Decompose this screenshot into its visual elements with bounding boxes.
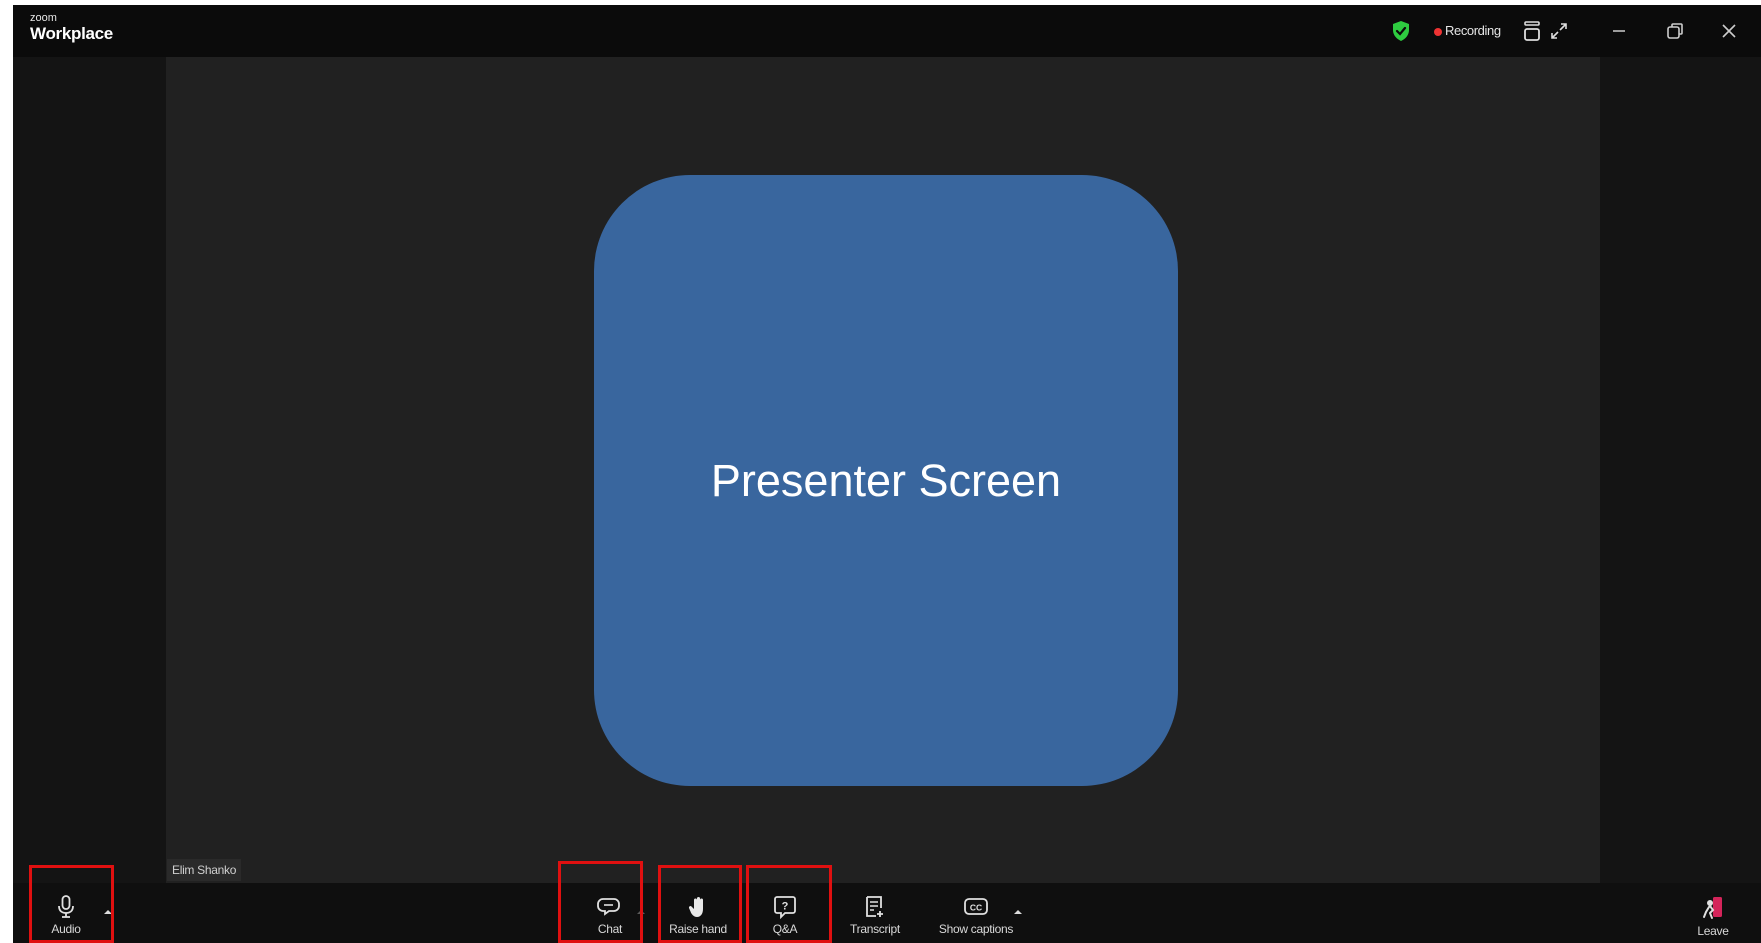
video-stage: Presenter Screen xyxy=(166,57,1600,883)
app-brand: zoom Workplace xyxy=(30,13,113,44)
raise-hand-highlight-box xyxy=(658,865,742,943)
minimize-icon[interactable] xyxy=(1607,19,1631,43)
recording-dot-icon xyxy=(1434,28,1442,36)
view-layout-icon[interactable] xyxy=(1520,19,1544,43)
fullscreen-icon[interactable] xyxy=(1547,19,1571,43)
show-captions-button[interactable]: CC Show captions xyxy=(931,883,1021,943)
leave-door-icon xyxy=(1703,897,1722,919)
meeting-toolbar: Audio Chat Raise hand ? Q&A Transcript C… xyxy=(13,883,1761,943)
transcript-icon xyxy=(866,896,883,917)
transcript-button[interactable]: Transcript xyxy=(843,883,907,943)
presenter-screen-tile: Presenter Screen xyxy=(594,175,1178,786)
close-icon[interactable] xyxy=(1717,19,1741,43)
closed-captions-icon: CC xyxy=(964,898,988,915)
leave-button[interactable]: Leave xyxy=(1693,883,1733,943)
captions-options-chevron-up-icon[interactable] xyxy=(1013,908,1023,916)
svg-text:CC: CC xyxy=(970,903,982,913)
audio-highlight-box xyxy=(29,865,114,943)
participant-name-tag: Elim Shanko xyxy=(167,859,242,881)
leave-label: Leave xyxy=(1697,924,1729,938)
qa-highlight-box xyxy=(746,865,832,943)
brand-small-text: zoom xyxy=(30,12,57,24)
title-bar: zoom Workplace Recording xyxy=(13,5,1761,57)
shield-check-icon[interactable] xyxy=(1391,20,1411,42)
show-captions-label: Show captions xyxy=(938,922,1014,936)
presenter-screen-label: Presenter Screen xyxy=(710,454,1062,506)
brand-name: Workplace xyxy=(30,24,113,43)
restore-icon[interactable] xyxy=(1663,19,1687,43)
recording-status[interactable]: Recording xyxy=(1445,23,1501,38)
zoom-window: zoom Workplace Recording Presenter Scree… xyxy=(13,5,1761,943)
chat-highlight-box xyxy=(558,861,643,943)
transcript-label: Transcript xyxy=(850,922,900,936)
